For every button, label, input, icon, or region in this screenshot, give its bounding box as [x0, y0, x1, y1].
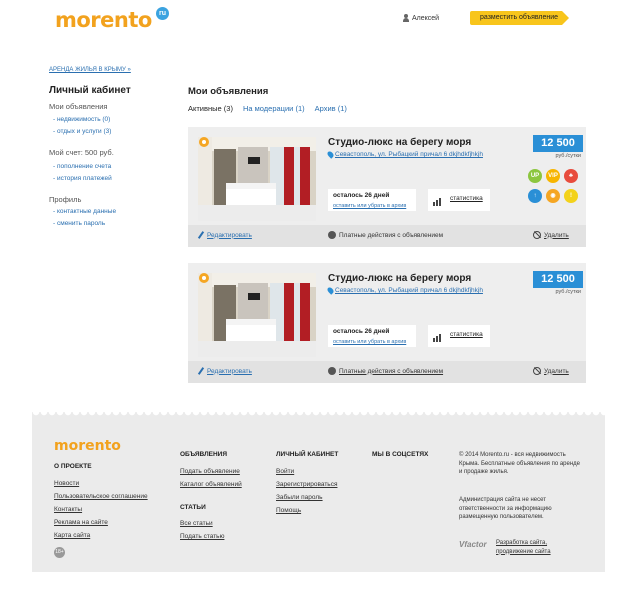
sidebar-item-contacts[interactable]: - контактные данные: [53, 208, 116, 215]
price-unit: руб./сутки: [555, 289, 581, 295]
sidebar-title: Личный кабинет: [49, 85, 131, 96]
location-pin-icon: [326, 286, 335, 295]
developer-logo[interactable]: Vfactor: [459, 540, 487, 549]
tab-active[interactable]: Активные (3): [188, 104, 233, 113]
sidebar-item-leisure[interactable]: - отдых и услуги (3): [53, 128, 111, 135]
footer-link-news[interactable]: Новости: [54, 480, 79, 487]
stats-label[interactable]: статистика: [450, 331, 483, 338]
user-icon: [403, 14, 409, 22]
listing-photo[interactable]: [198, 273, 316, 357]
user-menu[interactable]: Алексей: [403, 14, 439, 22]
price-unit: руб./сутки: [555, 153, 581, 159]
footer-link-forgot-password[interactable]: Забыли пароль: [276, 494, 323, 501]
footer-heading-social: МЫ В СОЦСЕТЯХ: [372, 451, 429, 458]
archive-link[interactable]: оставить или убрать в архив: [333, 339, 406, 345]
footer-link-all-articles[interactable]: Все статьи: [180, 520, 213, 527]
footer-link-sitemap[interactable]: Карта сайта: [54, 532, 90, 539]
listing-address[interactable]: Севастополь, ул. Рыбацкий причал 6 dkjhd…: [326, 150, 483, 159]
sidebar-item-topup[interactable]: - пополнение счета: [53, 163, 111, 170]
footer-link-login[interactable]: Войти: [276, 468, 294, 475]
stats-label[interactable]: статистика: [450, 195, 483, 202]
listing-photo[interactable]: [198, 137, 316, 221]
user-name: Алексей: [412, 14, 440, 22]
ban-icon: [533, 367, 541, 375]
exclamation-icon[interactable]: !: [564, 189, 578, 203]
sidebar-heading-account: Мой счет: 500 руб.: [49, 148, 114, 157]
footer-heading-about: О ПРОЕКТЕ: [54, 463, 92, 470]
sidebar-item-realty[interactable]: - недвижимость (0): [53, 116, 110, 123]
footer-link-help[interactable]: Помощь: [276, 507, 301, 514]
footer-link-agreement[interactable]: Пользовательское соглашение: [54, 493, 148, 500]
tab-moderation[interactable]: На модерации (1): [243, 104, 305, 113]
location-pin-icon: [326, 150, 335, 159]
sidebar-heading-my-ads: Мои объявления: [49, 102, 108, 111]
vip-icon[interactable]: VIP: [546, 169, 560, 183]
sidebar-heading-profile: Профиль: [49, 195, 82, 204]
listing-card: Студио-люкс на берегу моря Севастополь, …: [188, 127, 586, 247]
listing-address[interactable]: Севастополь, ул. Рыбацкий причал 6 dkjhd…: [326, 286, 483, 295]
edit-button[interactable]: Редактировать: [197, 231, 252, 239]
footer-link-contacts[interactable]: Контакты: [54, 506, 82, 513]
sidebar-item-change-password[interactable]: - сменить пароль: [53, 220, 105, 227]
days-left: осталось 26 дней: [333, 328, 390, 335]
breadcrumb[interactable]: АРЕНДА ЖИЛЬЯ В КРЫМУ »: [49, 67, 131, 73]
stats-icon: [433, 334, 441, 342]
delete-button[interactable]: Удалить: [533, 231, 569, 239]
footer-link-post-article[interactable]: Подать статью: [180, 533, 224, 540]
delete-button[interactable]: Удалить: [533, 367, 569, 375]
age-rating-badge: 18+: [54, 547, 65, 558]
footer-link-advertising[interactable]: Реклама на сайте: [54, 519, 108, 526]
stats-icon: [433, 198, 441, 206]
days-left: осталось 26 дней: [333, 192, 390, 199]
star-icon: [328, 231, 336, 239]
service-icons: UP VIP ♣ ↑ ◉ !: [528, 169, 578, 203]
footer-wave-edge: [32, 412, 605, 418]
footer-link-register[interactable]: Зарегистрироваться: [276, 481, 337, 488]
listing-title[interactable]: Студио-люкс на берегу моря: [328, 273, 471, 284]
eye-badge-icon: [199, 273, 209, 283]
edit-button[interactable]: Редактировать: [197, 367, 252, 375]
tabs: Активные (3) На модерации (1) Архив (1): [188, 104, 347, 113]
listing-price: 12 500: [533, 271, 583, 288]
footer-heading-articles: СТАТЬИ: [180, 504, 206, 511]
page-title: Мои объявления: [188, 86, 269, 97]
sidebar-item-payment-history[interactable]: - история платежей: [53, 175, 112, 182]
footer-logo[interactable]: morento: [54, 438, 121, 454]
footer-link-post-ad[interactable]: Подать объявление: [180, 468, 240, 475]
eye-badge-icon: [199, 137, 209, 147]
footer-link-catalog[interactable]: Каталог объявлений: [180, 481, 242, 488]
logo-badge: ru: [156, 7, 169, 20]
up-icon[interactable]: UP: [528, 169, 542, 183]
star-icon: [328, 367, 336, 375]
post-ad-button[interactable]: разместить объявление: [470, 11, 569, 25]
footer-disclaimer: Администрация сайта не несет ответственн…: [459, 497, 552, 520]
paid-actions-button[interactable]: Платные действия с объявлением: [328, 231, 443, 239]
listing-card: Студио-люкс на берегу моря Севастополь, …: [188, 263, 586, 383]
eye-icon[interactable]: ◉: [546, 189, 560, 203]
ban-icon: [533, 231, 541, 239]
tab-archive[interactable]: Архив (1): [315, 104, 347, 113]
footer-heading-cabinet: ЛИЧНЫЙ КАБИНЕТ: [276, 451, 339, 458]
listing-price: 12 500: [533, 135, 583, 152]
developer-link[interactable]: Разработка сайта, продвижение сайта: [496, 539, 566, 556]
paid-actions-button[interactable]: Платные действия с объявлением: [328, 367, 443, 375]
fire-icon[interactable]: ♣: [564, 169, 578, 183]
arrow-up-icon[interactable]: ↑: [528, 189, 542, 203]
archive-link[interactable]: оставить или убрать в архив: [333, 203, 406, 209]
listing-title[interactable]: Студио-люкс на берегу моря: [328, 137, 471, 148]
logo[interactable]: morento: [55, 8, 152, 32]
footer-heading-ads: ОБЪЯВЛЕНИЯ: [180, 451, 228, 458]
footer-copyright: © 2014 Morento.ru - вся недвижимость Кры…: [459, 452, 581, 475]
